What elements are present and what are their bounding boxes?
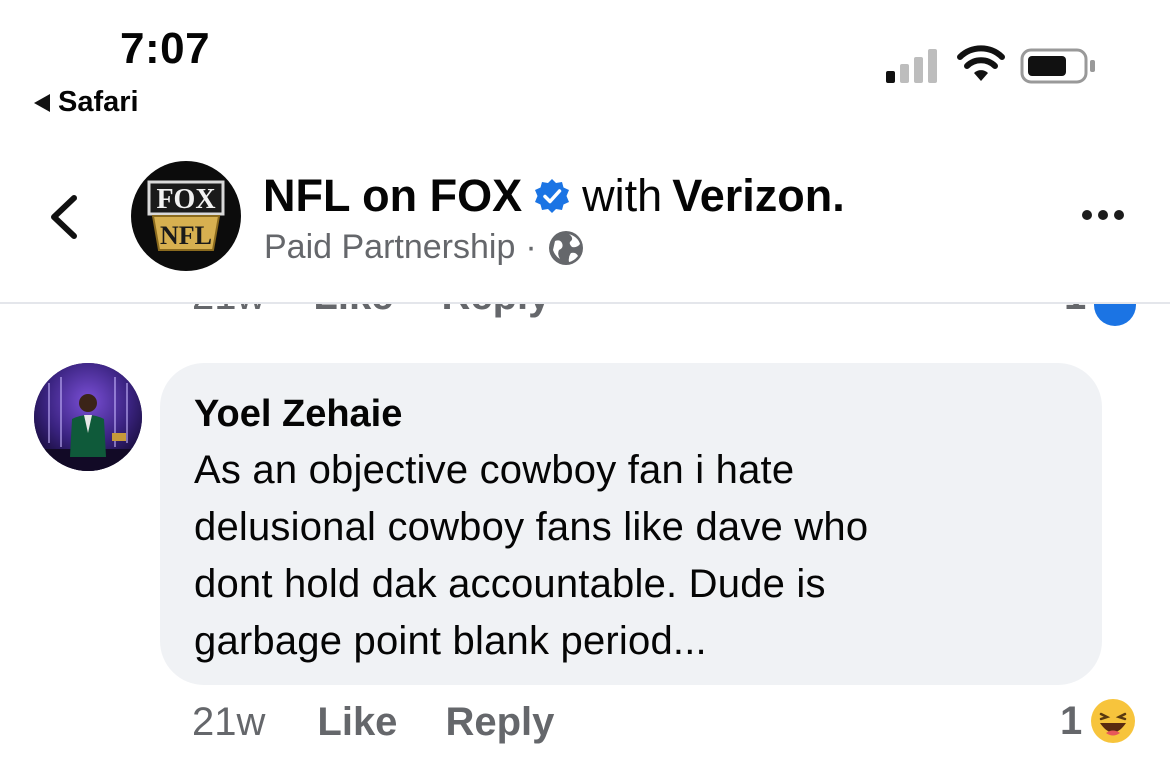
battery-icon: [1020, 48, 1095, 84]
comment-line: As an objective cowboy fan i hate: [194, 448, 795, 492]
prev-reply-button[interactable]: Reply: [441, 304, 550, 319]
post-header: FOX NFL NFL on FOX with Verizon. Paid Pa…: [0, 140, 1170, 302]
comment-bubble: Yoel Zehaie As an objective cowboy fan i…: [160, 363, 1102, 685]
with-text: with: [582, 170, 663, 221]
prev-like-button[interactable]: Like: [313, 304, 393, 319]
wifi-icon: [957, 45, 1005, 81]
more-dot-1: [1082, 210, 1092, 220]
nfl-logo-text: NFL: [160, 221, 212, 250]
comment-body: As an objective cowboy fan i hate delusi…: [194, 442, 1068, 670]
comment-actions: 21w Like Reply: [192, 700, 554, 745]
commenter-avatar[interactable]: [34, 363, 142, 471]
prev-time: 21w: [192, 304, 265, 319]
more-dot-3: [1114, 210, 1124, 220]
partner-name-link[interactable]: Verizon.: [672, 170, 845, 222]
globe-icon: [548, 230, 583, 265]
verified-badge-icon: [535, 179, 570, 213]
nfl-on-fox-avatar[interactable]: FOX NFL: [131, 161, 241, 271]
back-to-safari[interactable]: Safari: [34, 86, 139, 119]
comment-line: dont hold dak accountable. Dude is: [194, 562, 826, 606]
signal-icon: [886, 49, 937, 83]
page-name-link[interactable]: NFL on FOX: [263, 170, 522, 222]
reaction-summary[interactable]: 1: [1060, 698, 1136, 744]
chevron-left-icon[interactable]: [44, 194, 84, 240]
reaction-count: 1: [1060, 698, 1083, 743]
status-time: 7:07: [120, 24, 211, 73]
comment-line: garbage point blank period...: [194, 619, 707, 663]
commenter-photo: [34, 363, 142, 471]
back-triangle-icon: [34, 93, 50, 112]
fox-logo-text: FOX: [156, 184, 215, 215]
fox-nfl-logo-icon: FOX NFL: [147, 180, 225, 251]
previous-comment-actions: 21w Like Reply 1: [0, 304, 1170, 326]
post-subtitle: Paid Partnership ·: [264, 228, 585, 267]
like-reaction-icon: [1094, 304, 1136, 326]
comment-author[interactable]: Yoel Zehaie: [194, 393, 1068, 436]
haha-emoji-icon: [1091, 699, 1136, 743]
comment-line: delusional cowboy fans like dave who: [194, 505, 869, 549]
prev-reaction-count: 1: [1064, 304, 1086, 319]
paid-partnership-label[interactable]: Paid Partnership: [264, 228, 515, 267]
more-dot-2: [1098, 210, 1108, 220]
like-button[interactable]: Like: [317, 700, 397, 745]
more-options-icon[interactable]: [1082, 210, 1124, 220]
comment-time: 21w: [192, 700, 266, 744]
reply-button[interactable]: Reply: [445, 700, 554, 745]
separator-dot: ·: [525, 228, 537, 266]
post-title: NFL on FOX with Verizon.: [263, 170, 845, 222]
back-app-label: Safari: [58, 86, 139, 118]
